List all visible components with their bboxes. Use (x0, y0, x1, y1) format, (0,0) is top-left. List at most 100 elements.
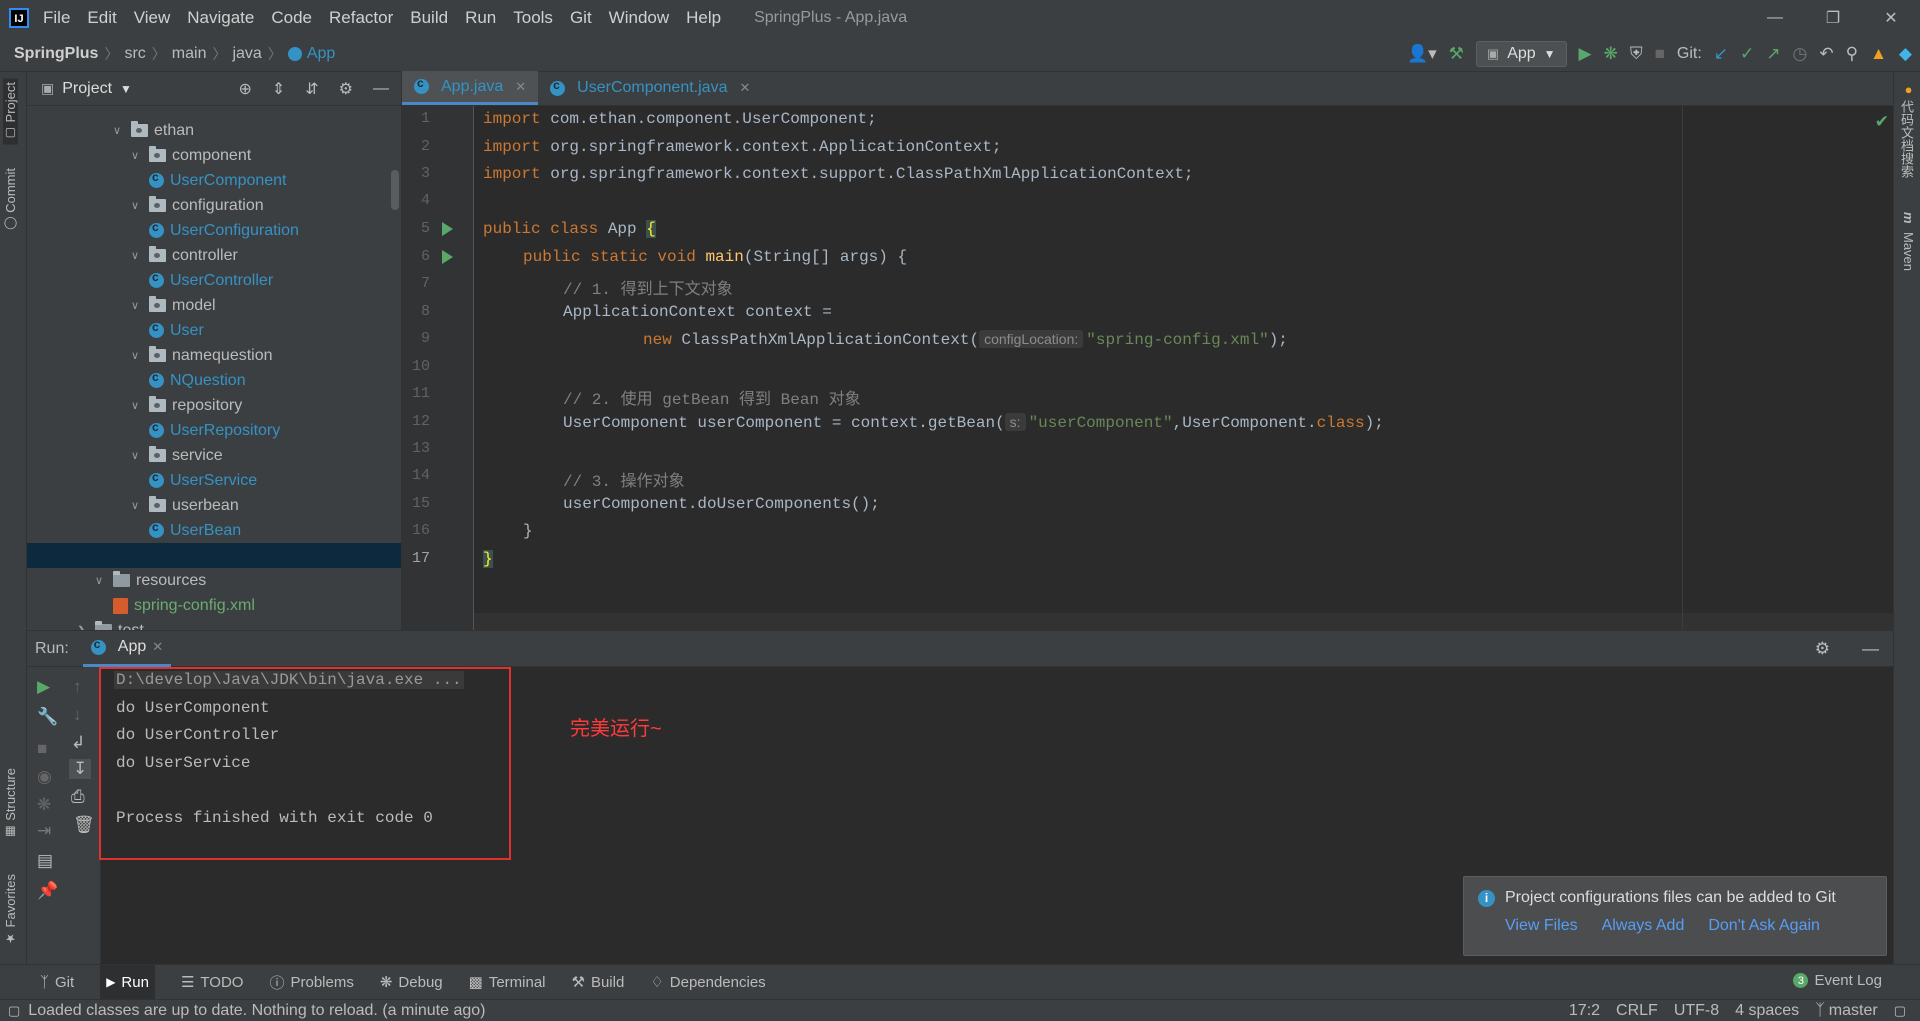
exit-icon[interactable]: ⇥ (37, 821, 51, 841)
tool-tab-todo[interactable]: ☰ TODO (181, 973, 244, 992)
code-line[interactable]: import org.springframework.context.suppo… (483, 165, 1194, 183)
tool-tab-dependencies[interactable]: ♢ Dependencies (650, 973, 765, 992)
camera-icon[interactable]: ◉ (37, 767, 52, 787)
bug-icon[interactable]: ❋ (37, 795, 51, 815)
tab-usercomponent-java[interactable]: UserComponent.java ✕ (538, 71, 762, 105)
tool-tab-git[interactable]: ᛉ Git (40, 974, 74, 991)
breadcrumb-java[interactable]: java (232, 45, 261, 63)
trash-icon[interactable]: 🗑 (73, 815, 95, 835)
hide-icon[interactable]: — (373, 80, 389, 98)
restore-icon[interactable]: ❐ (1804, 0, 1862, 36)
print-icon[interactable]: ⎙ (71, 787, 85, 807)
breadcrumb-src[interactable]: src (124, 45, 145, 63)
tree-item-controller[interactable]: ∨ controller (131, 243, 238, 268)
tree-item-user[interactable]: User (149, 318, 204, 343)
tree-item-usercontroller[interactable]: UserController (149, 268, 273, 293)
history-icon[interactable]: ◷ (1793, 44, 1808, 64)
project-panel-title[interactable]: Project (62, 80, 112, 98)
code-line[interactable]: ApplicationContext context = (563, 303, 832, 321)
chevron-down-icon[interactable]: ∨ (131, 499, 149, 512)
gear-icon[interactable]: ⚙ (1815, 639, 1830, 659)
tree-item-userservice[interactable]: UserService (149, 468, 257, 493)
tool-tab-structure[interactable]: ▦ Structure (3, 768, 18, 839)
arrow-down-icon[interactable]: ↓ (73, 705, 82, 725)
plugin-icon[interactable]: ◆ (1899, 44, 1912, 64)
line-separator[interactable]: CRLF (1616, 1002, 1658, 1020)
chevron-down-icon[interactable]: ∨ (131, 349, 149, 362)
hide-icon[interactable]: — (1862, 639, 1879, 659)
always-add-link[interactable]: Always Add (1602, 917, 1685, 935)
view-files-link[interactable]: View Files (1505, 917, 1578, 935)
tool-tab-build[interactable]: ⚒ Build (572, 973, 625, 992)
user-icon[interactable]: 👤▾ (1407, 44, 1437, 64)
close-icon[interactable]: ✕ (1862, 0, 1920, 36)
run-icon[interactable]: ▶ (1579, 44, 1592, 64)
chevron-down-icon[interactable]: ∨ (131, 249, 149, 262)
tree-item-ethan[interactable]: ∨ ethan (113, 118, 194, 143)
tool-tab-maven[interactable]: Maven (1901, 232, 1916, 271)
tool-tab-terminal[interactable]: ▩ Terminal (469, 973, 546, 992)
tree-scrollbar[interactable] (391, 170, 399, 210)
lock-icon[interactable]: ▢ (1894, 1003, 1906, 1019)
debug-icon[interactable]: ❋ (1604, 44, 1618, 64)
menu-build[interactable]: Build (410, 8, 448, 28)
stop-icon[interactable]: ■ (1655, 44, 1665, 64)
tree-item-userrepository[interactable]: UserRepository (149, 418, 280, 443)
tool-tab-debug[interactable]: ❋ Debug (380, 973, 443, 992)
code-comment[interactable]: // 3. 操作对象 (563, 467, 685, 491)
breadcrumb-app[interactable]: App (307, 45, 335, 63)
minimize-icon[interactable]: — (1746, 0, 1804, 36)
git-commit-icon[interactable]: ✓ (1740, 44, 1754, 64)
arrow-up-icon[interactable]: ↑ (73, 677, 82, 697)
chevron-down-icon[interactable]: ∨ (131, 199, 149, 212)
file-encoding[interactable]: UTF-8 (1674, 1002, 1719, 1020)
event-log-button[interactable]: 3 Event Log (1793, 972, 1882, 989)
stop-icon[interactable]: ■ (37, 739, 47, 759)
status-box-icon[interactable]: ▢ (8, 1003, 20, 1019)
tool-tab-project[interactable]: ▢ Project (3, 78, 18, 145)
run-gutter-icon[interactable] (442, 250, 453, 264)
tree-item-userbean[interactable]: UserBean (149, 518, 241, 543)
code-line[interactable]: userComponent.doUserComponents(); (563, 495, 880, 513)
chevron-down-icon[interactable]: ∨ (131, 299, 149, 312)
run-config-select[interactable]: ▣ App ▼ (1475, 41, 1567, 67)
menu-file[interactable]: File (43, 8, 70, 28)
tree-item-userconfiguration[interactable]: UserConfiguration (149, 218, 299, 243)
tool-tab-favorites[interactable]: ★ Favorites (3, 874, 18, 945)
wrench-icon[interactable]: 🔧 (37, 707, 58, 727)
menu-tools[interactable]: Tools (513, 8, 553, 28)
code-line[interactable]: } (483, 550, 493, 568)
menu-code[interactable]: Code (271, 8, 312, 28)
tool-tab-doc-search[interactable]: 代码文档搜索 (1897, 100, 1916, 178)
tree-item-namequestion[interactable]: ∨ namequestion (131, 343, 273, 368)
run-tab-app[interactable]: App ✕ (82, 631, 172, 667)
code-line[interactable]: public static void main(String[] args) { (523, 248, 907, 266)
tree-item-repository[interactable]: ∨ repository (131, 393, 242, 418)
close-icon[interactable]: ✕ (739, 80, 750, 96)
breadcrumb-main[interactable]: main (172, 45, 207, 63)
tab-app-java[interactable]: App.java ✕ (402, 71, 539, 105)
tool-tab-problems[interactable]: ⓘ Problems (269, 972, 353, 993)
git-branch[interactable]: master (1829, 1002, 1878, 1020)
tree-item-resources[interactable]: ∨ resources (95, 568, 206, 593)
code-line[interactable]: new ClassPathXmlApplicationContext(confi… (643, 330, 1288, 349)
menu-edit[interactable]: Edit (87, 8, 116, 28)
tree-item-service[interactable]: ∨ service (131, 443, 223, 468)
tree-item-configuration[interactable]: ∨ configuration (131, 193, 264, 218)
chevron-down-icon[interactable]: ∨ (95, 574, 113, 587)
tool-tab-commit[interactable]: ◯ Commit (3, 168, 18, 231)
tool-tab-run[interactable]: ▶ Run (100, 964, 155, 1000)
build-hammer-icon[interactable]: ⚒ (1449, 44, 1464, 64)
menu-help[interactable]: Help (686, 8, 721, 28)
git-push-icon[interactable]: ↗ (1766, 44, 1780, 64)
rollback-icon[interactable]: ↶ (1819, 44, 1833, 64)
menu-window[interactable]: Window (609, 8, 669, 28)
tree-item-component[interactable]: ∨ component (131, 143, 251, 168)
tree-item-userbean[interactable]: ∨ userbean (131, 493, 239, 518)
menu-run[interactable]: Run (465, 8, 496, 28)
breadcrumb-project[interactable]: SpringPlus (14, 45, 98, 63)
scroll-to-end-icon[interactable]: ↧ (69, 759, 92, 779)
close-icon[interactable]: ✕ (515, 79, 526, 95)
expand-all-icon[interactable]: ⇕ (272, 79, 285, 99)
pin-icon[interactable]: 📌 (37, 881, 58, 901)
